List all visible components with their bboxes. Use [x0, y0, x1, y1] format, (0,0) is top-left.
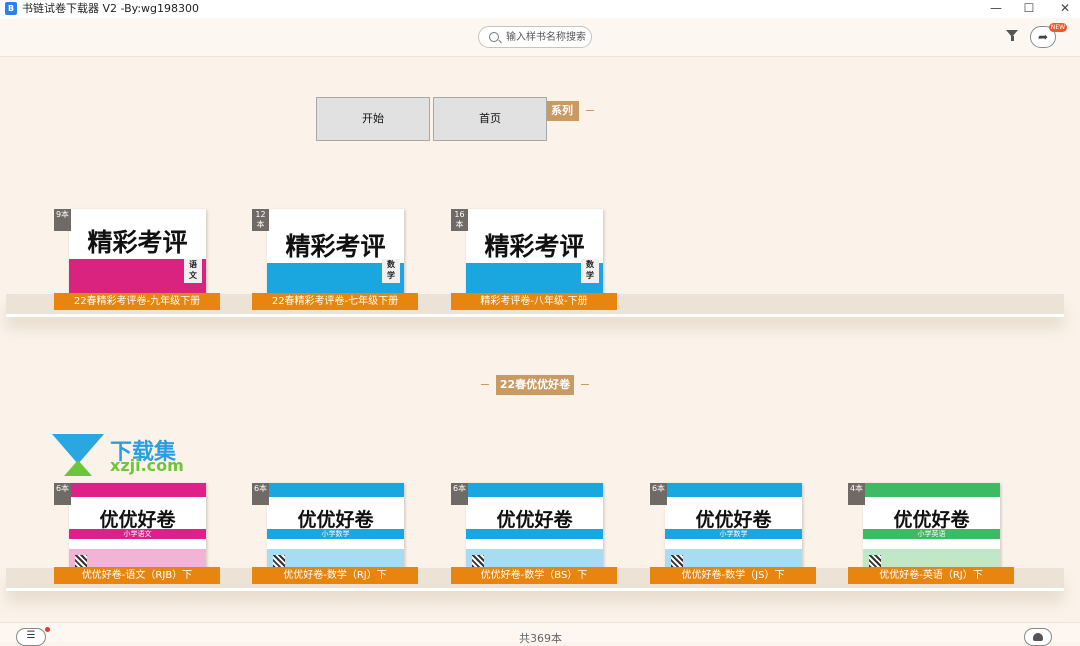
book-label[interactable]: 优优好卷-数学（JS）下 — [650, 567, 816, 584]
book-label[interactable]: 优优好卷-数学（RJ）下 — [252, 567, 418, 584]
book-cover: 精彩考评 数学 — [267, 209, 404, 295]
bottom-bar: ☰ 共369本 — [0, 622, 1080, 646]
bag-icon[interactable] — [1024, 628, 1052, 646]
book-label[interactable]: 22春精彩考评卷-七年级下册 — [252, 293, 418, 310]
book-cover: 优优好卷 小学英语 — [863, 483, 1000, 569]
toolbar: 输入样书名称搜索 ➦ NEW — [0, 18, 1080, 57]
book-count-badge: 6本 — [650, 483, 667, 505]
book-card[interactable]: 优优好卷 小学数学 6本 优优好卷-数学（RJ）下 — [252, 483, 418, 584]
book-label[interactable]: 优优好卷-英语（RJ）下 — [848, 567, 1014, 584]
new-badge: NEW — [1049, 23, 1067, 32]
qr-code-icon — [75, 555, 87, 567]
section-dash-right — [581, 384, 589, 385]
home-button[interactable]: 首页 — [433, 97, 547, 141]
section-title-youyou: 22春优优好卷 — [496, 375, 574, 395]
minimize-button[interactable]: — — [979, 0, 1013, 18]
maximize-button[interactable]: ☐ — [1012, 0, 1046, 18]
book-count-badge: 12本 — [252, 209, 269, 231]
book-cover: 精彩考评 语文 — [69, 209, 206, 295]
book-count-badge: 9本 — [54, 209, 71, 231]
close-button[interactable]: ✕ — [1048, 0, 1080, 18]
book-count-badge: 4本 — [848, 483, 865, 505]
list-icon[interactable]: ☰ — [16, 628, 46, 646]
book-card[interactable]: 优优好卷 小学数学 6本 优优好卷-数学（JS）下 — [650, 483, 816, 584]
section-dash-right — [586, 110, 594, 111]
book-cover: 优优好卷 小学语文 — [69, 483, 206, 569]
qr-code-icon — [869, 555, 881, 567]
title-bar: B 书链试卷下载器 V2 -By:wg198300 — ☐ ✕ — [0, 0, 1080, 18]
book-card[interactable]: 优优好卷 小学英语 4本 优优好卷-英语（RJ）下 — [848, 483, 1014, 584]
book-cover: 精彩考评 数学 — [466, 209, 603, 295]
book-card[interactable]: 优优好卷 6本 优优好卷-数学（BS）下 — [451, 483, 617, 584]
window-title: 书链试卷下载器 V2 -By:wg198300 — [22, 2, 200, 15]
book-card[interactable]: 优优好卷 小学语文 6本 优优好卷-语文（RJB）下 — [54, 483, 220, 584]
total-count: 共369本 — [519, 632, 562, 645]
book-cover: 优优好卷 — [466, 483, 603, 569]
search-icon — [489, 32, 499, 42]
subject-tag: 数学 — [581, 259, 599, 283]
subject-tag: 数学 — [382, 259, 400, 283]
subject-tag: 语文 — [184, 259, 202, 283]
start-button[interactable]: 开始 — [316, 97, 430, 141]
search-box[interactable]: 输入样书名称搜索 — [478, 26, 592, 48]
search-input[interactable]: 输入样书名称搜索 — [506, 31, 586, 44]
book-label[interactable]: 优优好卷-数学（BS）下 — [451, 567, 617, 584]
book-count-badge: 6本 — [252, 483, 269, 505]
book-count-badge: 16本 — [451, 209, 468, 231]
book-card[interactable]: 精彩考评 数学 12本 22春精彩考评卷-七年级下册 — [252, 209, 418, 310]
qr-code-icon — [472, 555, 484, 567]
qr-code-icon — [273, 555, 285, 567]
filter-icon[interactable] — [1006, 30, 1018, 41]
section-dash-left — [481, 384, 489, 385]
book-label[interactable]: 精彩考评卷-八年级-下册 — [451, 293, 617, 310]
book-count-badge: 6本 — [451, 483, 468, 505]
book-cover: 优优好卷 小学数学 — [665, 483, 802, 569]
qr-code-icon — [671, 555, 683, 567]
book-card[interactable]: 精彩考评 语文 9本 22春精彩考评卷-九年级下册 — [54, 209, 220, 310]
book-label[interactable]: 优优好卷-语文（RJB）下 — [54, 567, 220, 584]
notification-dot — [45, 627, 50, 632]
book-count-badge: 6本 — [54, 483, 71, 505]
app-icon: B — [5, 2, 17, 15]
book-cover: 优优好卷 小学数学 — [267, 483, 404, 569]
book-label[interactable]: 22春精彩考评卷-九年级下册 — [54, 293, 220, 310]
watermark-logo: 下载集 xzji.com — [52, 434, 192, 480]
share-icon: ➦ — [1037, 30, 1049, 44]
book-card[interactable]: 精彩考评 数学 16本 精彩考评卷-八年级-下册 — [451, 209, 617, 310]
